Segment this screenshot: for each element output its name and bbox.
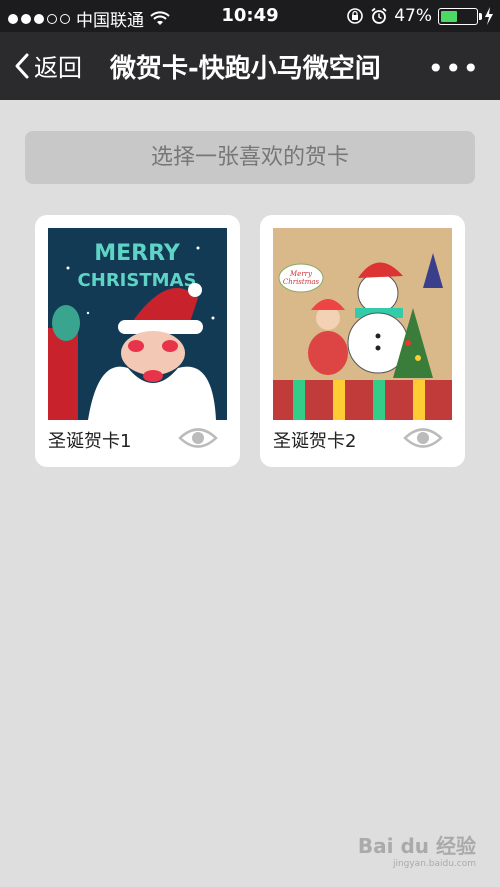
back-button[interactable]: 返回 bbox=[14, 48, 82, 83]
select-card-prompt: 选择一张喜欢的贺卡 bbox=[25, 131, 475, 184]
preview-eye-icon[interactable] bbox=[178, 425, 218, 451]
more-options-button[interactable]: ••• bbox=[427, 52, 480, 85]
card-2-image-text-top: Merry bbox=[289, 270, 313, 278]
card-2-label: 圣诞贺卡2 bbox=[273, 431, 357, 452]
status-right: 47% bbox=[346, 6, 494, 26]
watermark-brand: Bai du 经验 bbox=[357, 834, 476, 858]
preview-eye-icon[interactable] bbox=[403, 425, 443, 451]
baidu-watermark: Bai du 经验 jingyan.baidu.com bbox=[358, 830, 476, 869]
card-1-image-text-bottom: CHRISTMAS bbox=[78, 270, 197, 291]
card-thumbnail-santa[interactable]: MERRY CHRISTMAS bbox=[48, 228, 227, 420]
navigation-bar: 返回 微贺卡-快跑小马微空间 ••• bbox=[0, 32, 500, 100]
charging-bolt-icon bbox=[485, 7, 493, 25]
battery-percent: 47% bbox=[394, 6, 432, 26]
greeting-card-2[interactable]: Merry Christmas 圣诞贺卡2 bbox=[260, 215, 465, 467]
card-2-image-text-bottom: Christmas bbox=[283, 278, 320, 286]
greeting-card-1[interactable]: MERRY CHRISTMAS 圣诞贺卡1 bbox=[35, 215, 240, 467]
status-bar: 中国联通 10:49 47% bbox=[0, 0, 500, 32]
page-title: 微贺卡-快跑小马微空间 bbox=[110, 54, 381, 84]
card-thumbnail-snowman[interactable]: Merry Christmas bbox=[273, 228, 452, 420]
card-1-image-text-top: MERRY bbox=[94, 241, 181, 266]
chevron-left-icon bbox=[15, 53, 29, 78]
card-1-label: 圣诞贺卡1 bbox=[48, 431, 132, 452]
rotation-lock-icon bbox=[347, 8, 364, 24]
watermark-url: jingyan.baidu.com bbox=[392, 859, 476, 869]
battery-icon bbox=[438, 7, 482, 25]
alarm-clock-icon bbox=[371, 7, 387, 24]
back-label: 返回 bbox=[34, 54, 82, 82]
